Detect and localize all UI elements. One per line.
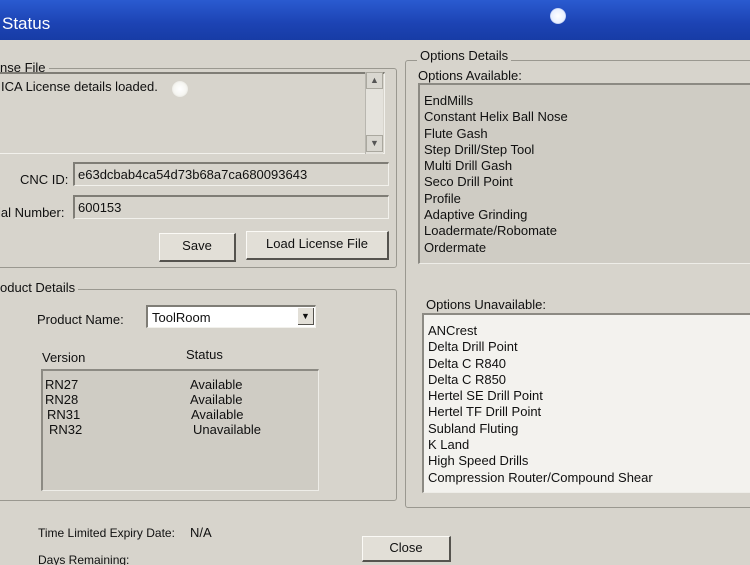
list-item[interactable]: Step Drill/Step Tool: [424, 142, 750, 158]
title-bar[interactable]: Status: [0, 0, 750, 40]
serial-number-label: ial Number:: [0, 205, 65, 220]
cnc-id-value: e63dcbab4ca54d73b68a7ca680093643: [78, 167, 308, 182]
load-license-file-button[interactable]: Load License File: [246, 231, 389, 260]
product-details-group-label: oduct Details: [0, 280, 79, 295]
serial-number-field[interactable]: 600153: [73, 195, 389, 219]
options-details-group-label: Options Details: [417, 48, 512, 63]
table-row[interactable]: RN32 Unavailable: [43, 422, 313, 437]
days-remaining-label: Days Remaining:: [38, 553, 130, 565]
save-button[interactable]: Save: [159, 233, 236, 262]
options-available-label: Options Available:: [418, 68, 522, 83]
options-unavailable-label: Options Unavailable:: [426, 297, 546, 312]
scroll-up-icon[interactable]: ▲: [366, 72, 383, 89]
options-unavailable-list[interactable]: ANCrest Delta Drill Point Delta C R840 D…: [422, 313, 750, 493]
list-item[interactable]: High Speed Drills: [428, 453, 750, 469]
list-item[interactable]: Multi Drill Gash: [424, 158, 750, 174]
product-name-value: ToolRoom: [152, 310, 211, 325]
list-item[interactable]: Loadermate/Robomate: [424, 223, 750, 239]
list-item[interactable]: Flute Gash: [424, 126, 750, 142]
options-available-list[interactable]: EndMills Constant Helix Ball Nose Flute …: [418, 83, 750, 264]
product-name-dropdown[interactable]: ToolRoom ▼: [146, 305, 316, 328]
serial-number-value: 600153: [78, 200, 122, 215]
list-item[interactable]: Delta Drill Point: [428, 339, 750, 355]
version-cell: RN32: [49, 422, 83, 437]
list-item[interactable]: Delta C R840: [428, 356, 750, 372]
cnc-id-label: CNC ID:: [20, 172, 69, 187]
version-cell: RN27: [45, 377, 79, 392]
close-button[interactable]: Close: [362, 536, 451, 562]
list-item[interactable]: ANCrest: [428, 323, 750, 339]
list-item[interactable]: EndMills: [424, 93, 750, 109]
table-row[interactable]: RN27 Available: [43, 377, 313, 392]
table-row[interactable]: RN31 Available: [43, 407, 313, 422]
chevron-down-icon[interactable]: ▼: [298, 308, 314, 325]
list-item[interactable]: K Land: [428, 437, 750, 453]
window-title: Status: [2, 14, 51, 33]
status-cell: Available: [190, 377, 243, 392]
list-item[interactable]: Seco Drill Point: [424, 174, 750, 190]
expiry-date-value: N/A: [190, 525, 212, 540]
list-item[interactable]: Adaptive Grinding: [424, 207, 750, 223]
list-item[interactable]: Profile: [424, 191, 750, 207]
list-item[interactable]: Subland Fluting: [428, 421, 750, 437]
list-item[interactable]: Hertel SE Drill Point: [428, 388, 750, 404]
product-name-label: Product Name:: [37, 312, 124, 327]
status-cell: Available: [190, 392, 243, 407]
license-message-box: ICA License details loaded.: [0, 72, 385, 154]
license-message: ICA License details loaded.: [1, 79, 158, 94]
list-item[interactable]: Constant Helix Ball Nose: [424, 109, 750, 125]
cnc-id-field[interactable]: e63dcbab4ca54d73b68a7ca680093643: [73, 162, 389, 186]
version-list[interactable]: RN27 Available RN28 Available RN31 Avail…: [41, 369, 319, 491]
version-cell: RN28: [45, 392, 79, 407]
status-column-header: Status: [186, 347, 223, 362]
table-row[interactable]: RN28 Available: [43, 392, 313, 407]
status-cell: Available: [191, 407, 244, 422]
glare-spot: [172, 81, 188, 97]
version-cell: RN31: [47, 407, 81, 422]
scroll-down-icon[interactable]: ▼: [366, 135, 383, 152]
expiry-date-label: Time Limited Expiry Date:: [38, 526, 175, 540]
version-column-header: Version: [42, 350, 86, 365]
list-item[interactable]: Hertel TF Drill Point: [428, 404, 750, 420]
license-message-scrollbar[interactable]: ▲ ▼: [365, 72, 383, 154]
status-cell: Unavailable: [193, 422, 261, 437]
list-item[interactable]: Ordermate: [424, 240, 750, 256]
list-item[interactable]: Compression Router/Compound Shear: [428, 470, 750, 486]
glare-spot: [550, 8, 566, 24]
list-item[interactable]: Delta C R850: [428, 372, 750, 388]
